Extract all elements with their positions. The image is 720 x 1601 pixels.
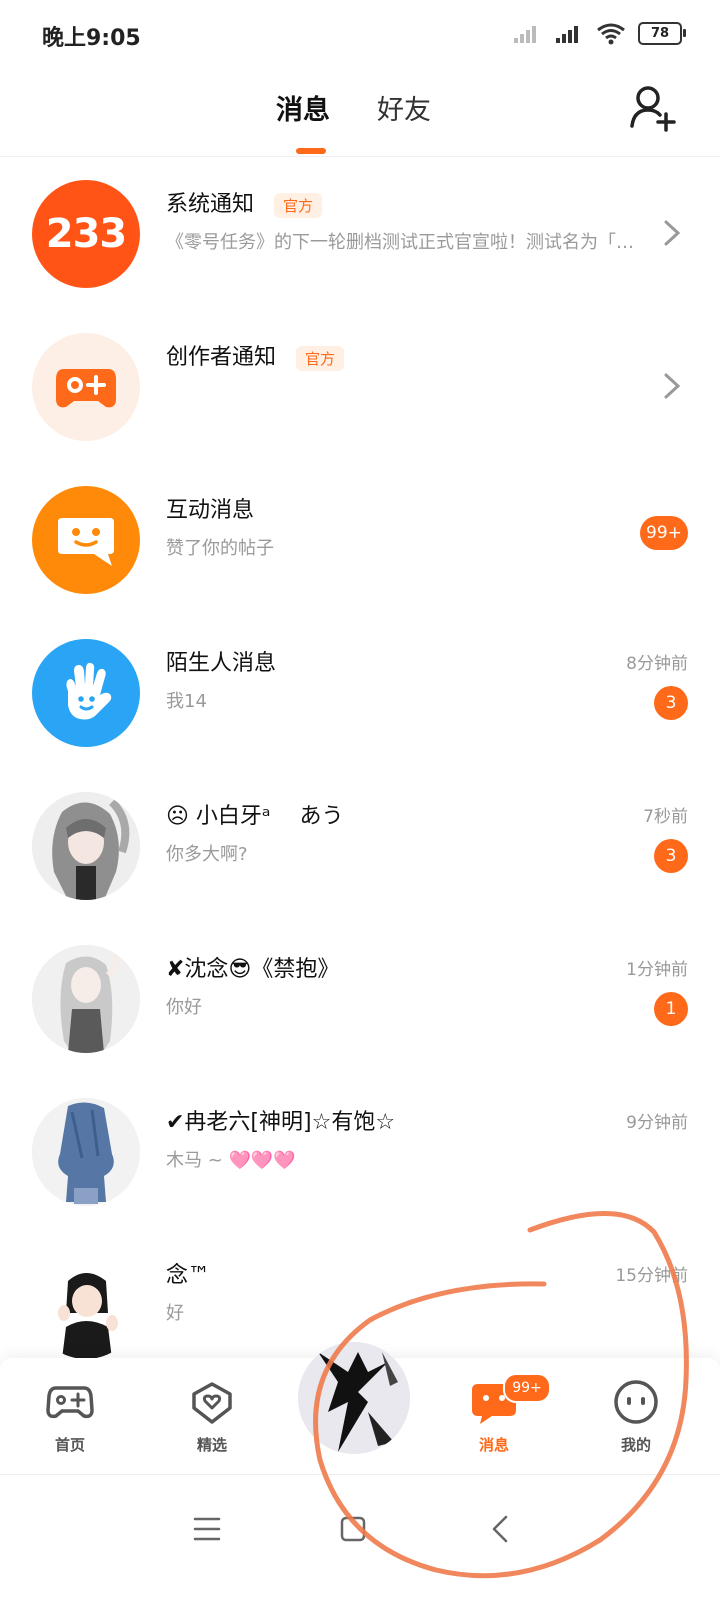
system-nav-bar [0,1474,720,1601]
battery-icon: 78 [638,22,686,45]
nav-label: 我的 [620,1436,651,1454]
avatar [32,945,140,1053]
conversation-preview: 赞了你的帖子 [166,538,274,559]
message-time: 9分钟前 [626,1113,688,1133]
conversation-preview: 你好 [166,997,202,1018]
character-avatar-image [32,1251,140,1359]
list-item-system-notice[interactable]: 233 系统通知 官方 《零号任务》的下一轮删档测试正式官宣啦！测试名为「… [0,158,720,314]
gamepad-icon [56,369,116,408]
conversation-preview: 我14 [166,691,207,712]
hand-wave-icon [66,662,112,720]
add-friend-icon[interactable] [628,82,680,134]
avatar [32,333,140,441]
chevron-right-icon [664,373,681,399]
conversation-preview: 你多大啊? [166,844,248,865]
logo-233: 233 [45,211,127,257]
unread-badge: 1 [654,992,688,1026]
nav-message-badge: 99+ [503,1373,551,1403]
signal-icon [514,25,536,43]
signal-icon [556,25,578,43]
nav-label: 消息 [478,1436,509,1454]
message-time: 8分钟前 [626,654,688,674]
character-avatar-image [298,1342,410,1454]
unread-badge: 3 [654,839,688,873]
conversation-name: ✘沈念😎《禁抱》 [166,957,340,982]
chevron-right-icon [664,220,681,246]
unread-badge: 99+ [640,516,688,550]
gamepad-icon [46,1386,94,1419]
avatar [32,792,140,900]
conversation-preview: 《零号任务》的下一轮删档测试正式官宣啦！测试名为「… [166,232,634,253]
conversation-name: ✔冉老六[神明]☆有饱☆ [166,1110,396,1135]
status-time: 晚上9:05 [42,26,141,51]
list-item-conversation[interactable]: ✘沈念😎《禁抱》 你好 1分钟前 1 [0,923,720,1079]
unread-badge: 3 [654,686,688,720]
status-icons: 78 [512,22,686,45]
conversation-preview: 木马 ~ 🩷🩷🩷 [166,1150,296,1171]
conversation-name: 创作者通知 官方 [166,339,345,371]
conversation-name: 系统通知 官方 [166,186,323,218]
back-icon[interactable] [481,1509,521,1549]
nav-profile[interactable]: 我的 [596,1378,676,1455]
header: 消息 好友 [0,70,720,157]
tab-messages[interactable]: 消息 [276,88,330,127]
list-item-conversation[interactable]: ✔冉老六[神明]☆有饱☆ 木马 ~ 🩷🩷🩷 9分钟前 [0,1076,720,1232]
tab-indicator [296,148,326,154]
avatar [32,639,140,747]
official-badge: 官方 [296,345,345,371]
center-avatar-button[interactable] [298,1342,410,1454]
list-item-stranger-messages[interactable]: 陌生人消息 我14 8分钟前 3 [0,617,720,773]
avatar [32,1098,140,1206]
avatar: 233 [32,180,140,288]
conversation-preview: 好 [166,1303,184,1324]
chat-bubble-icon [58,518,114,566]
message-time: 7秒前 [643,807,688,827]
conversation-name: 互动消息 [166,498,255,523]
nav-label: 精选 [196,1436,227,1454]
character-avatar-image [32,792,140,900]
list-item-creator-notice[interactable]: 创作者通知 官方 [0,311,720,467]
official-badge: 官方 [274,192,323,218]
home-square-icon[interactable] [333,1509,373,1549]
character-avatar-image [32,945,140,1053]
nav-home[interactable]: 首页 [30,1378,110,1455]
tab-friends[interactable]: 好友 [377,88,431,127]
conversation-name: 陌生人消息 [166,651,277,676]
menu-icon[interactable] [187,1509,227,1549]
avatar [32,1251,140,1359]
face-icon [614,1380,658,1424]
character-avatar-image [32,1098,140,1206]
conversation-name: ☹ 小白牙ᵃ あう [166,804,344,829]
list-item-conversation[interactable]: ☹ 小白牙ᵃ あう 你多大啊? 7秒前 3 [0,770,720,926]
status-bar: 晚上9:05 78 [0,0,720,70]
message-time: 15分钟前 [615,1266,688,1286]
wifi-icon [597,23,625,44]
nav-featured[interactable]: 精选 [172,1378,252,1455]
nav-label: 首页 [54,1436,85,1454]
list-item-interactions[interactable]: 互动消息 赞了你的帖子 99+ [0,464,720,620]
avatar [32,486,140,594]
conversation-name: 念™ [166,1263,211,1288]
heart-box-icon [192,1382,232,1424]
message-time: 1分钟前 [626,960,688,980]
